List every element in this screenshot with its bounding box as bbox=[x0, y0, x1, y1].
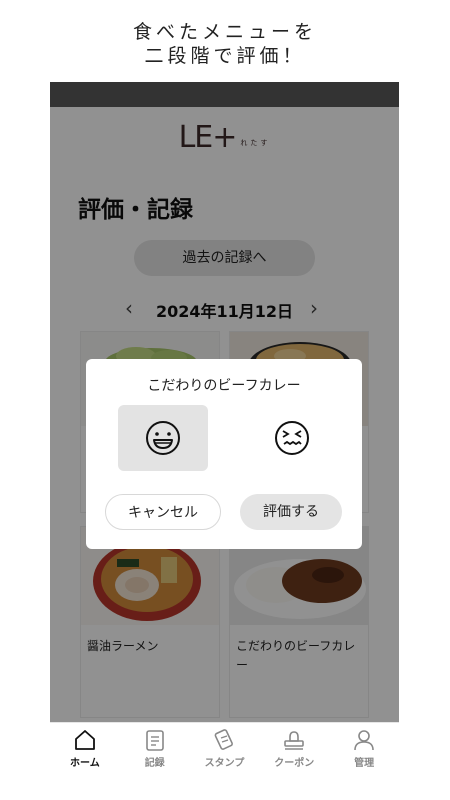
frown-icon bbox=[275, 421, 309, 455]
tab-label: 管理 bbox=[354, 758, 375, 769]
dialog-title: こだわりのビーフカレー bbox=[147, 378, 301, 394]
tab-label: 記録 bbox=[144, 758, 165, 769]
cancel-button[interactable]: キャンセル bbox=[105, 494, 221, 530]
tab-home[interactable]: ホーム bbox=[50, 723, 120, 772]
tab-coupon[interactable]: クーポン bbox=[259, 723, 329, 772]
rating-dialog: こだわりのビーフカレー キャンセル 評価する bbox=[86, 359, 362, 549]
rate-good-option[interactable] bbox=[118, 405, 208, 471]
tab-label: クーポン bbox=[274, 758, 315, 769]
bottom-tab-bar: ホーム 記録 スタンプ クーポン 管理 bbox=[50, 722, 399, 772]
record-icon bbox=[145, 730, 164, 751]
promo-line-1: 食べたメニューを bbox=[132, 21, 317, 43]
phone-screen: LE+ れたす 評価・記録 過去の記録へ ‹ 2024年11月12日 › 醤油ラ… bbox=[50, 82, 399, 772]
tab-label: ホーム bbox=[70, 758, 100, 769]
person-icon bbox=[354, 730, 374, 751]
smile-icon bbox=[146, 421, 180, 455]
tab-manage[interactable]: 管理 bbox=[329, 723, 399, 772]
stamp-icon bbox=[215, 729, 234, 750]
tab-stamp[interactable]: スタンプ bbox=[190, 723, 260, 772]
submit-rating-button[interactable]: 評価する bbox=[240, 494, 342, 530]
home-icon bbox=[74, 730, 95, 750]
tab-label: スタンプ bbox=[204, 758, 245, 769]
tab-record[interactable]: 記録 bbox=[120, 723, 190, 772]
promo-line-2: 二段階で評価！ bbox=[144, 45, 306, 67]
rate-bad-option[interactable] bbox=[247, 405, 337, 471]
promo-header: 食べたメニューを 二段階で評価！ bbox=[0, 0, 450, 80]
coupon-icon bbox=[284, 731, 305, 750]
